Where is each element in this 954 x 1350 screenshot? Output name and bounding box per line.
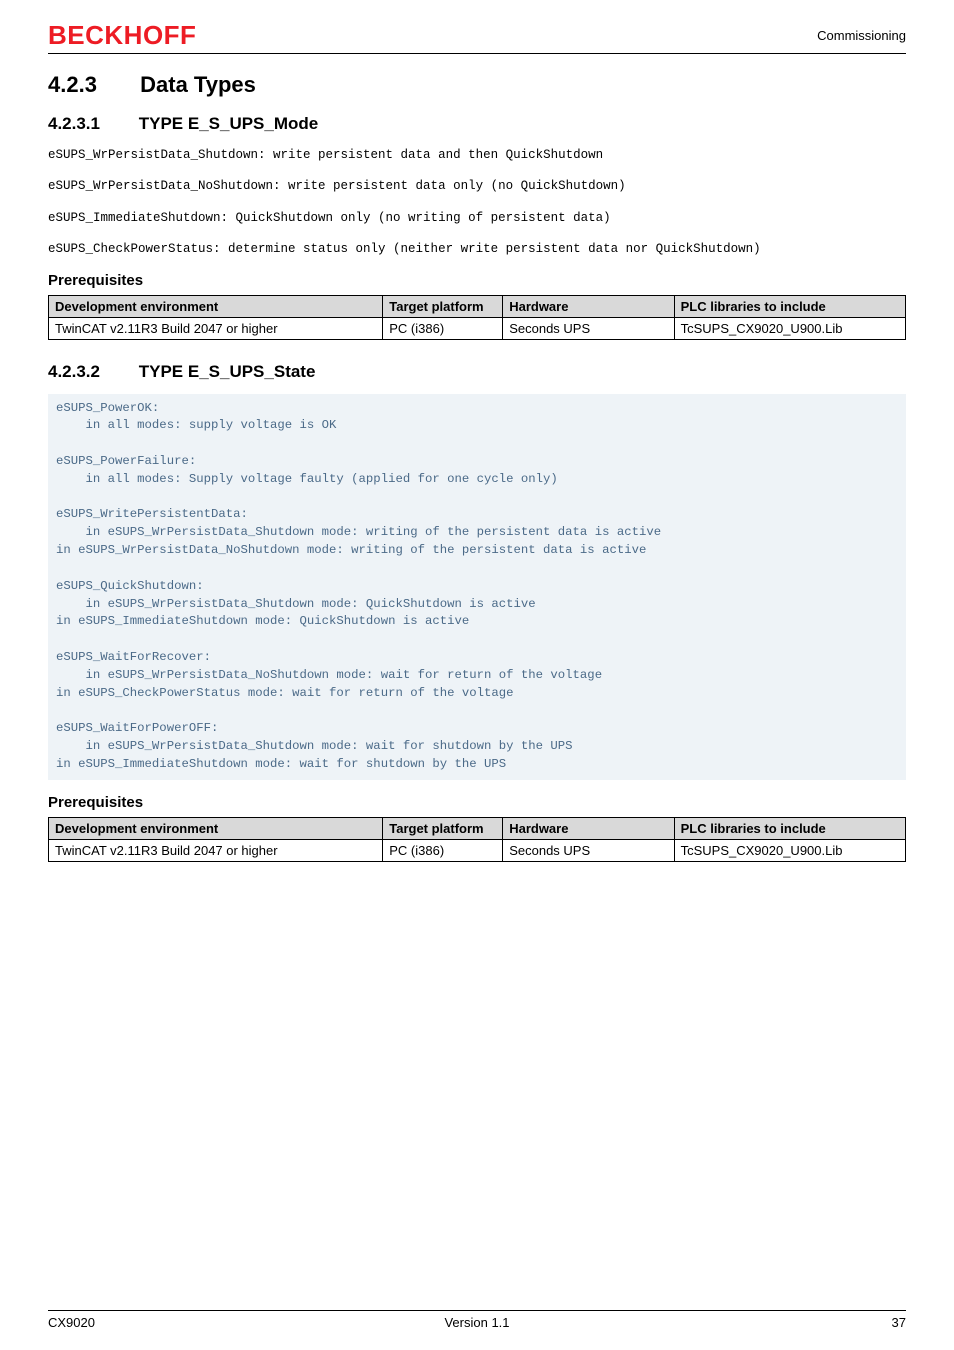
th-platform: Target plat­form [383, 295, 503, 317]
heading-text: TYPE E_S_UPS_Mode [139, 114, 319, 133]
footer-center: Version 1.1 [48, 1315, 906, 1330]
td-hardware: Seconds UPS [503, 317, 674, 339]
heading-ups-mode: 4.2.3.1 TYPE E_S_UPS_Mode [48, 114, 906, 134]
heading-data-types: 4.2.3 Data Types [48, 72, 906, 98]
mode-line-3: eSUPS_ImmediateShutdown: QuickShutdown o… [48, 209, 906, 228]
prerequisites-heading: Prerequisites [48, 794, 906, 811]
td-hardware: Seconds UPS [503, 839, 674, 861]
th-environment: Development environment [49, 295, 383, 317]
heading-number: 4.2.3.1 [48, 114, 134, 134]
td-libraries: TcSUPS_CX9020_U900.Lib [674, 317, 905, 339]
header-section-label: Commissioning [817, 28, 906, 43]
table-row: TwinCAT v2.11R3 Build 2047 or higher PC … [49, 317, 906, 339]
td-platform: PC (i386) [383, 839, 503, 861]
footer-page-number: 37 [892, 1315, 906, 1330]
th-environment: Development environment [49, 817, 383, 839]
page-header: BECKHOFF Commissioning [48, 20, 906, 54]
th-platform: Target plat­form [383, 817, 503, 839]
footer-left: CX9020 [48, 1315, 95, 1330]
mode-line-4: eSUPS_CheckPowerStatus: determine status… [48, 240, 906, 259]
heading-text: Data Types [140, 72, 256, 97]
table-row: TwinCAT v2.11R3 Build 2047 or higher PC … [49, 839, 906, 861]
page-footer: CX9020 Version 1.1 37 [48, 1310, 906, 1330]
th-hardware: Hardware [503, 817, 674, 839]
mode-line-1: eSUPS_WrPersistData_Shutdown: write pers… [48, 146, 906, 165]
prerequisites-table-mode: Development environment Target plat­form… [48, 295, 906, 340]
th-libraries: PLC libraries to include [674, 817, 905, 839]
prerequisites-heading: Prerequisites [48, 272, 906, 289]
table-header-row: Development environment Target plat­form… [49, 295, 906, 317]
heading-number: 4.2.3 [48, 72, 134, 98]
th-libraries: PLC libraries to include [674, 295, 905, 317]
prerequisites-table-state: Development environment Target plat­form… [48, 817, 906, 862]
heading-text: TYPE E_S_UPS_State [139, 362, 316, 381]
td-platform: PC (i386) [383, 317, 503, 339]
heading-ups-state: 4.2.3.2 TYPE E_S_UPS_State [48, 362, 906, 382]
th-hardware: Hardware [503, 295, 674, 317]
table-header-row: Development environment Target plat­form… [49, 817, 906, 839]
td-environment: TwinCAT v2.11R3 Build 2047 or higher [49, 839, 383, 861]
state-code-block: eSUPS_PowerOK: in all modes: supply volt… [48, 394, 906, 780]
mode-line-2: eSUPS_WrPersistData_NoShutdown: write pe… [48, 177, 906, 196]
brand-logo: BECKHOFF [48, 20, 196, 51]
td-libraries: TcSUPS_CX9020_U900.Lib [674, 839, 905, 861]
td-environment: TwinCAT v2.11R3 Build 2047 or higher [49, 317, 383, 339]
heading-number: 4.2.3.2 [48, 362, 134, 382]
